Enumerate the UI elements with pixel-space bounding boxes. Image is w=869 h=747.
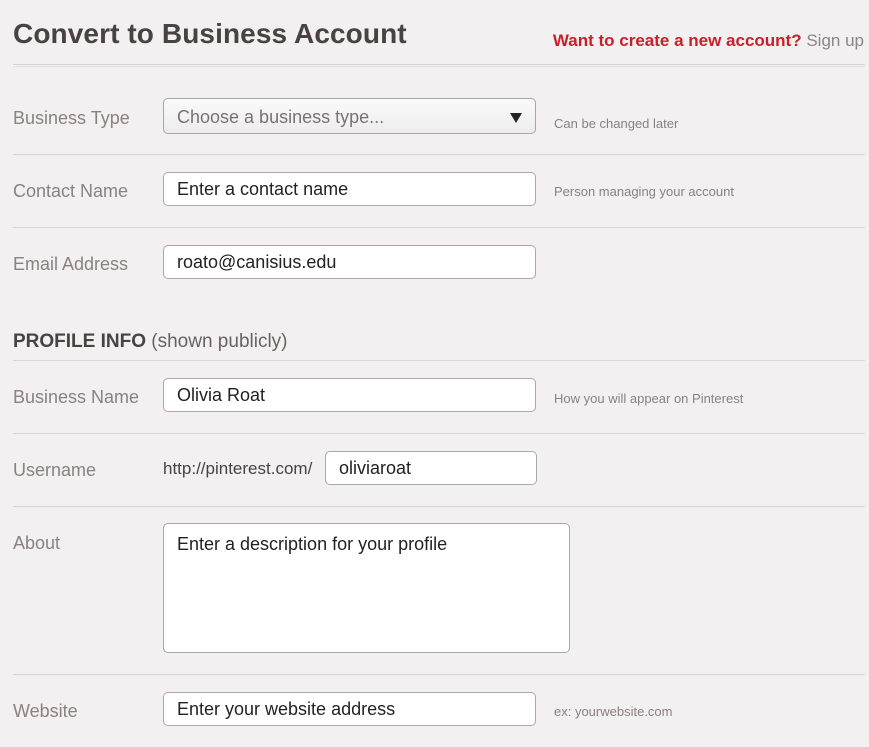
divider	[13, 154, 865, 155]
header-divider	[13, 64, 865, 67]
signup-question: Want to create a new account?	[552, 31, 802, 50]
website-input[interactable]	[163, 692, 536, 726]
email-input[interactable]	[163, 245, 536, 279]
username-label: Username	[13, 460, 97, 480]
divider	[13, 674, 865, 675]
business-name-input[interactable]	[163, 378, 536, 412]
website-label: Website	[13, 701, 78, 721]
divider	[13, 227, 865, 228]
business-type-select[interactable]: Choose a business type...	[163, 98, 536, 134]
sign-up-link[interactable]: Sign up	[806, 31, 864, 50]
contact-name-hint: Person managing your account	[554, 184, 734, 199]
profile-info-heading: PROFILE INFO (shown publicly)	[13, 331, 288, 353]
business-type-hint: Can be changed later	[554, 116, 679, 131]
business-name-hint: How you will appear on Pinterest	[554, 391, 744, 406]
about-label: About	[13, 533, 61, 553]
business-type-selected: Choose a business type...	[177, 107, 385, 127]
website-hint: ex: yourwebsite.com	[554, 704, 673, 719]
email-label: Email Address	[13, 254, 129, 274]
business-name-label: Business Name	[13, 387, 140, 407]
divider	[13, 506, 865, 507]
divider	[13, 360, 865, 361]
username-url-prefix: http://pinterest.com/	[163, 459, 313, 478]
signup-prompt: Want to create a new account? Sign up	[553, 31, 864, 51]
divider	[13, 433, 865, 434]
username-input[interactable]	[325, 451, 537, 485]
page-title: Convert to Business Account	[13, 18, 407, 49]
business-type-label: Business Type	[13, 108, 130, 128]
profile-info-title: PROFILE INFO	[13, 331, 146, 352]
profile-info-subtitle: (shown publicly)	[151, 331, 288, 352]
contact-name-input[interactable]	[163, 172, 536, 206]
contact-name-label: Contact Name	[13, 181, 129, 201]
triangle-down-icon	[510, 113, 522, 123]
about-textarea[interactable]: Enter a description for your profile	[163, 523, 570, 653]
